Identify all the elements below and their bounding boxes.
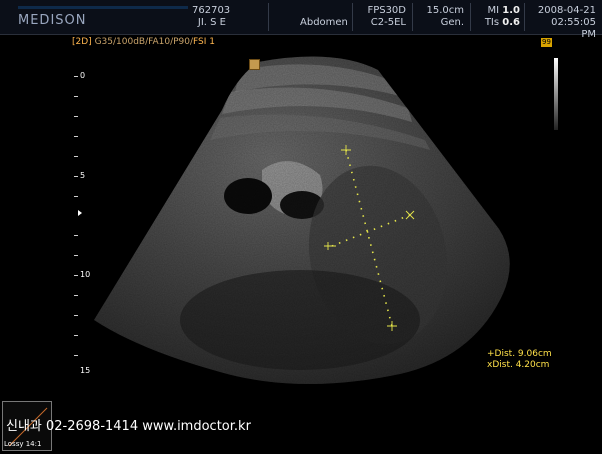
preset-name: FPS30D [367,5,406,16]
depth-tick [74,176,78,177]
patient-name: JI. S E [197,17,226,28]
mode-label: [2D] [72,37,92,47]
scan-sector [94,56,510,385]
depth-value: 15.0cm [426,5,464,16]
depth-label-15: 15 [80,366,91,375]
exam-date: 2008-04-21 [537,5,596,16]
exam-type: Abdomen [300,17,348,28]
mi-value: 1.0 [502,5,520,16]
depth-tick [74,315,78,316]
header-divider [470,3,471,31]
focus-marker-icon [78,210,82,216]
ultrasound-scan-image [94,56,510,385]
grayscale-bar [554,58,558,130]
mi-label: MI [487,5,500,16]
datetime-info: 2008-04-21 02:55:05 PM [536,5,596,41]
depth-tick [74,196,78,197]
header-divider [412,3,413,31]
depth-tick [74,255,78,256]
fsi-label: FSI 1 [193,37,216,47]
probe-name: C2-5EL [370,17,406,28]
header-divider [268,3,269,31]
depth-label-5: 5 [80,171,86,180]
index-info: MI 1.0 TIs 0.6 [480,5,520,29]
patient-info: 762703 JI. S E [192,5,231,29]
zoom-badge: 99 [541,38,552,47]
imaging-parameters: [2D] G35/100dB/FA10/P90/FSI 1 [72,37,215,47]
depth-tick [74,156,78,157]
dist-x-readout: xDist. 4.20cm [487,360,550,370]
depth-tick [74,335,78,336]
header-divider [352,3,353,31]
header-accent-bar [18,6,188,9]
depth-label-10: 10 [80,270,91,279]
patient-id: 762703 [192,5,231,16]
depth-tick [74,295,78,296]
brand-logo: MEDISON [18,13,87,28]
probe-orientation-marker [249,59,260,70]
dist-plus-readout: +Dist. 9.06cm [487,349,552,359]
depth-tick [74,136,78,137]
depth-label-0: 0 [80,71,86,80]
depth-tick [74,116,78,117]
tis-value: 0.6 [502,17,520,28]
depth-tick [74,96,78,97]
depth-tick [74,355,78,356]
compression-label: Lossy 14:1 [4,440,42,448]
clinic-watermark: 신내과 02-2698-1414 www.imdoctor.kr [6,419,251,434]
header-divider [524,3,525,31]
settings-label: G35/100dB/FA10/P90/ [94,37,194,47]
depth-tick [74,76,78,77]
probe-info: FPS30D C2-5EL [366,5,406,29]
measurement-panel: +Dist. 9.06cm xDist. 4.20cm [487,349,552,371]
depth-info: 15.0cm Gen. [422,5,464,29]
depth-tick [74,235,78,236]
gen-label: Gen. [440,17,464,28]
header-bar: MEDISON 762703 JI. S E Abdomen FPS30D C2… [0,0,602,40]
tis-label: TIs [484,17,500,28]
depth-tick [74,275,78,276]
